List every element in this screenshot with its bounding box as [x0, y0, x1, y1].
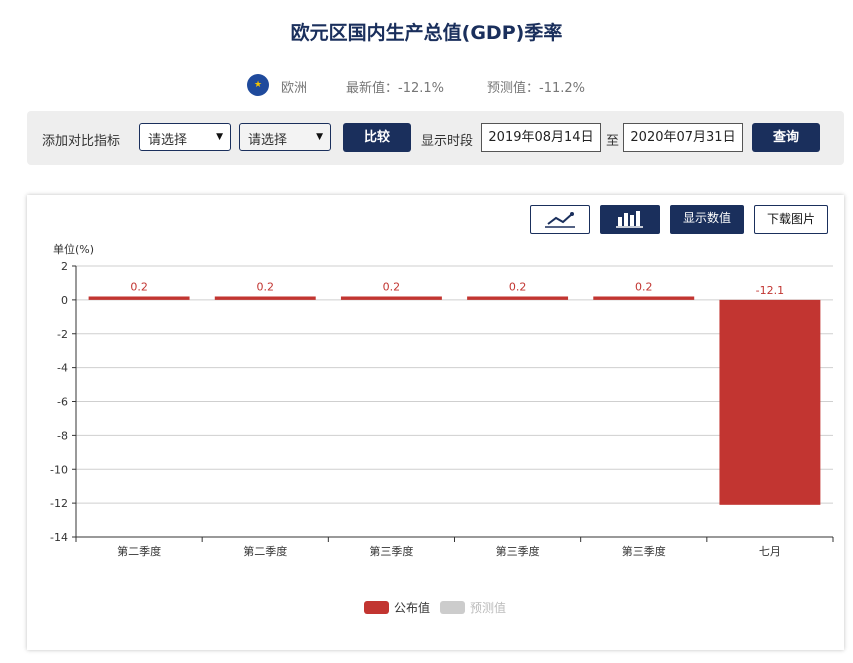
chart-panel: 显示数值 下载图片 单位(%) 0.2 0.2 0.2 0.2 0.2 -12.1 20-…	[27, 195, 844, 650]
data-label: -12.1	[756, 284, 784, 297]
eu-flag-icon: ★	[247, 74, 269, 96]
data-label: 0.2	[130, 280, 148, 293]
legend-label[interactable]: 预测值	[470, 600, 506, 615]
y-tick-label: -14	[50, 531, 68, 544]
bar[interactable]	[88, 296, 190, 300]
y-tick-label: 2	[61, 260, 68, 273]
bar-series: 0.2 0.2 0.2 0.2 0.2 -12.1	[88, 280, 821, 505]
latest-value: 最新值：-12.1%	[346, 81, 444, 96]
bar[interactable]	[214, 296, 316, 300]
compare-select-1-value: 请选择	[148, 133, 188, 148]
legend-label[interactable]: 公布值	[394, 600, 430, 615]
compare-select-2[interactable]: 请选择 ▼	[239, 123, 331, 151]
bar[interactable]	[593, 296, 695, 300]
query-button[interactable]: 查询	[752, 123, 820, 152]
y-tick-label: -6	[57, 396, 68, 409]
bar[interactable]	[467, 296, 569, 300]
x-tick-label: 第三季度	[622, 544, 666, 558]
bar[interactable]	[340, 296, 442, 300]
y-tick-label: -8	[57, 429, 68, 442]
x-tick-label: 第二季度	[117, 544, 161, 558]
data-label: 0.2	[383, 280, 401, 293]
x-tick-label: 第二季度	[243, 544, 287, 558]
y-tick-label: -10	[50, 463, 68, 476]
y-tick-label: 0	[61, 294, 68, 307]
data-label: 0.2	[635, 280, 653, 293]
data-label: 0.2	[257, 280, 275, 293]
to-label: 至	[606, 134, 620, 149]
legend-swatch[interactable]	[364, 601, 389, 614]
x-tick-label: 七月	[759, 545, 781, 558]
gdp-bar-chart: 单位(%) 0.2 0.2 0.2 0.2 0.2 -12.1 2 0 -2 -4 -6 -8 -10…	[50, 242, 834, 615]
y-tick-label: -2	[57, 328, 68, 341]
compare-button[interactable]: 比较	[343, 123, 411, 152]
indicator-info: ★ 欧洲 最新值：-12.1% 预测值：-11.2%	[0, 74, 853, 96]
axes: 2 0 -2 -4 -6 -8 -10 -12 -14 第二季度 第二季度 第三季度 第三季度 第三季度 七…	[50, 260, 834, 558]
start-date-input[interactable]: 2019年08月14日	[481, 123, 601, 152]
y-tick-label: -12	[50, 497, 68, 510]
compare-select-2-value: 请选择	[248, 133, 288, 148]
end-date-input[interactable]: 2020年07月31日	[623, 123, 743, 152]
region-label: 欧洲	[281, 81, 308, 96]
x-tick-label: 第三季度	[496, 544, 540, 558]
compare-label: 添加对比指标	[42, 134, 121, 149]
page-title: 欧元区国内生产总值(GDP)季率	[290, 22, 563, 44]
y-axis-title: 单位(%)	[53, 242, 94, 256]
legend[interactable]: 公布值 预测值	[364, 600, 506, 615]
bar[interactable]	[719, 299, 821, 505]
x-tick-label: 第三季度	[369, 544, 413, 558]
dropdown-arrow-icon: ▼	[316, 132, 323, 142]
filter-toolbar: 添加对比指标 请选择 ▼ 请选择 ▼ 比较 显示时段 2019年08月14日 至…	[27, 111, 844, 165]
legend-swatch[interactable]	[440, 601, 465, 614]
period-label: 显示时段	[421, 134, 474, 149]
compare-select-1[interactable]: 请选择 ▼	[139, 123, 231, 151]
data-label: 0.2	[509, 280, 527, 293]
forecast-value: 预测值：-11.2%	[487, 81, 585, 96]
dropdown-arrow-icon: ▼	[216, 132, 223, 142]
y-tick-label: -4	[57, 362, 68, 375]
